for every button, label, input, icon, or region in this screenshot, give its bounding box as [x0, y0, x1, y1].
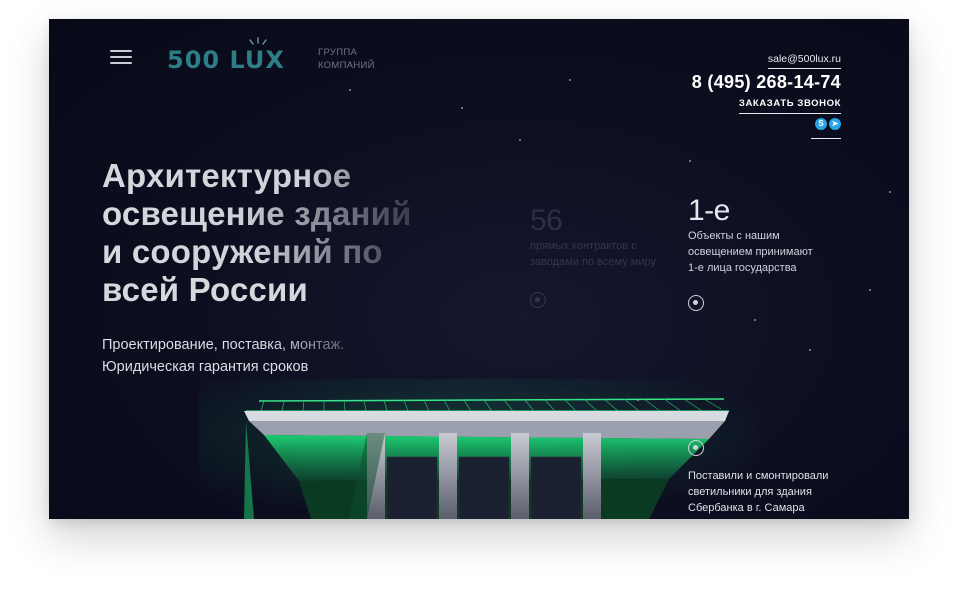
hamburger-menu-icon[interactable] [110, 50, 132, 64]
stat-contracts: 56 прямых контрактов с заводами по всему… [530, 204, 656, 270]
email-link[interactable]: sale@500lux.ru [767, 53, 841, 69]
messenger-links: S ➤ [811, 118, 841, 139]
stat-description: Объекты с нашим освещением принимают 1-е… [688, 228, 813, 276]
hotspot-dot[interactable] [530, 292, 546, 308]
logo-subtitle: ГРУППА КОМПАНИЙ [318, 46, 375, 72]
hero-subline: Проектирование, поставка, монтаж. Юридич… [102, 334, 344, 378]
phone-number[interactable]: 8 (495) 268-14-74 [692, 72, 841, 93]
stat-value: 1-е [688, 194, 730, 227]
hotspot-dot[interactable] [688, 440, 704, 456]
headline-line: освещение зданий [102, 195, 412, 232]
project-note: Поставили и смонтировали светильники для… [688, 468, 828, 516]
stat-government: 1-е Объекты с нашим освещением принимают… [688, 194, 813, 276]
stat-description-line: заводами по всему миру [530, 256, 656, 268]
stat-description: прямых контрактов с заводами по всему ми… [530, 238, 656, 270]
headline-line: всей России [102, 271, 309, 308]
project-note-line: светильники для здания [688, 486, 812, 498]
skype-icon[interactable]: S [815, 118, 827, 130]
telegram-icon[interactable]: ➤ [829, 118, 841, 130]
callback-button[interactable]: ЗАКАЗАТЬ ЗВОНОК [738, 98, 841, 114]
hero-headline: Архитектурное освещение зданий и сооруже… [102, 157, 412, 309]
logo-subtitle-line: КОМПАНИЙ [318, 60, 375, 71]
hotspot-dot[interactable] [688, 295, 704, 311]
project-note-line: Поставили и смонтировали [688, 470, 829, 482]
logo[interactable]: 500 LUX [167, 37, 285, 74]
logo-subtitle-line: ГРУППА [318, 47, 358, 58]
headline-line: и сооружений по [102, 233, 412, 271]
logo-text: 500 LUX [167, 46, 285, 74]
page-frame: 500 LUX ГРУППА КОМПАНИЙ sale@500lux.ru 8… [49, 19, 909, 519]
subline-line: Проектирование, поставка, монтаж. [102, 334, 344, 356]
headline-line: Архитектурное [102, 157, 412, 195]
stat-description-line: освещением принимают [688, 246, 813, 258]
logo-rays-icon [249, 37, 267, 45]
stat-value: 56 [530, 204, 563, 237]
subline-line: Юридическая гарантия сроков [102, 359, 309, 375]
project-note-line: Сбербанка в г. Самара [688, 502, 805, 514]
stat-description-line: Объекты с нашим [688, 230, 780, 242]
contacts-block: sale@500lux.ru 8 (495) 268-14-74 ЗАКАЗАТ… [692, 49, 841, 139]
stat-description-line: прямых контрактов с [530, 240, 637, 252]
stat-description-line: 1-е лица государства [688, 262, 797, 274]
